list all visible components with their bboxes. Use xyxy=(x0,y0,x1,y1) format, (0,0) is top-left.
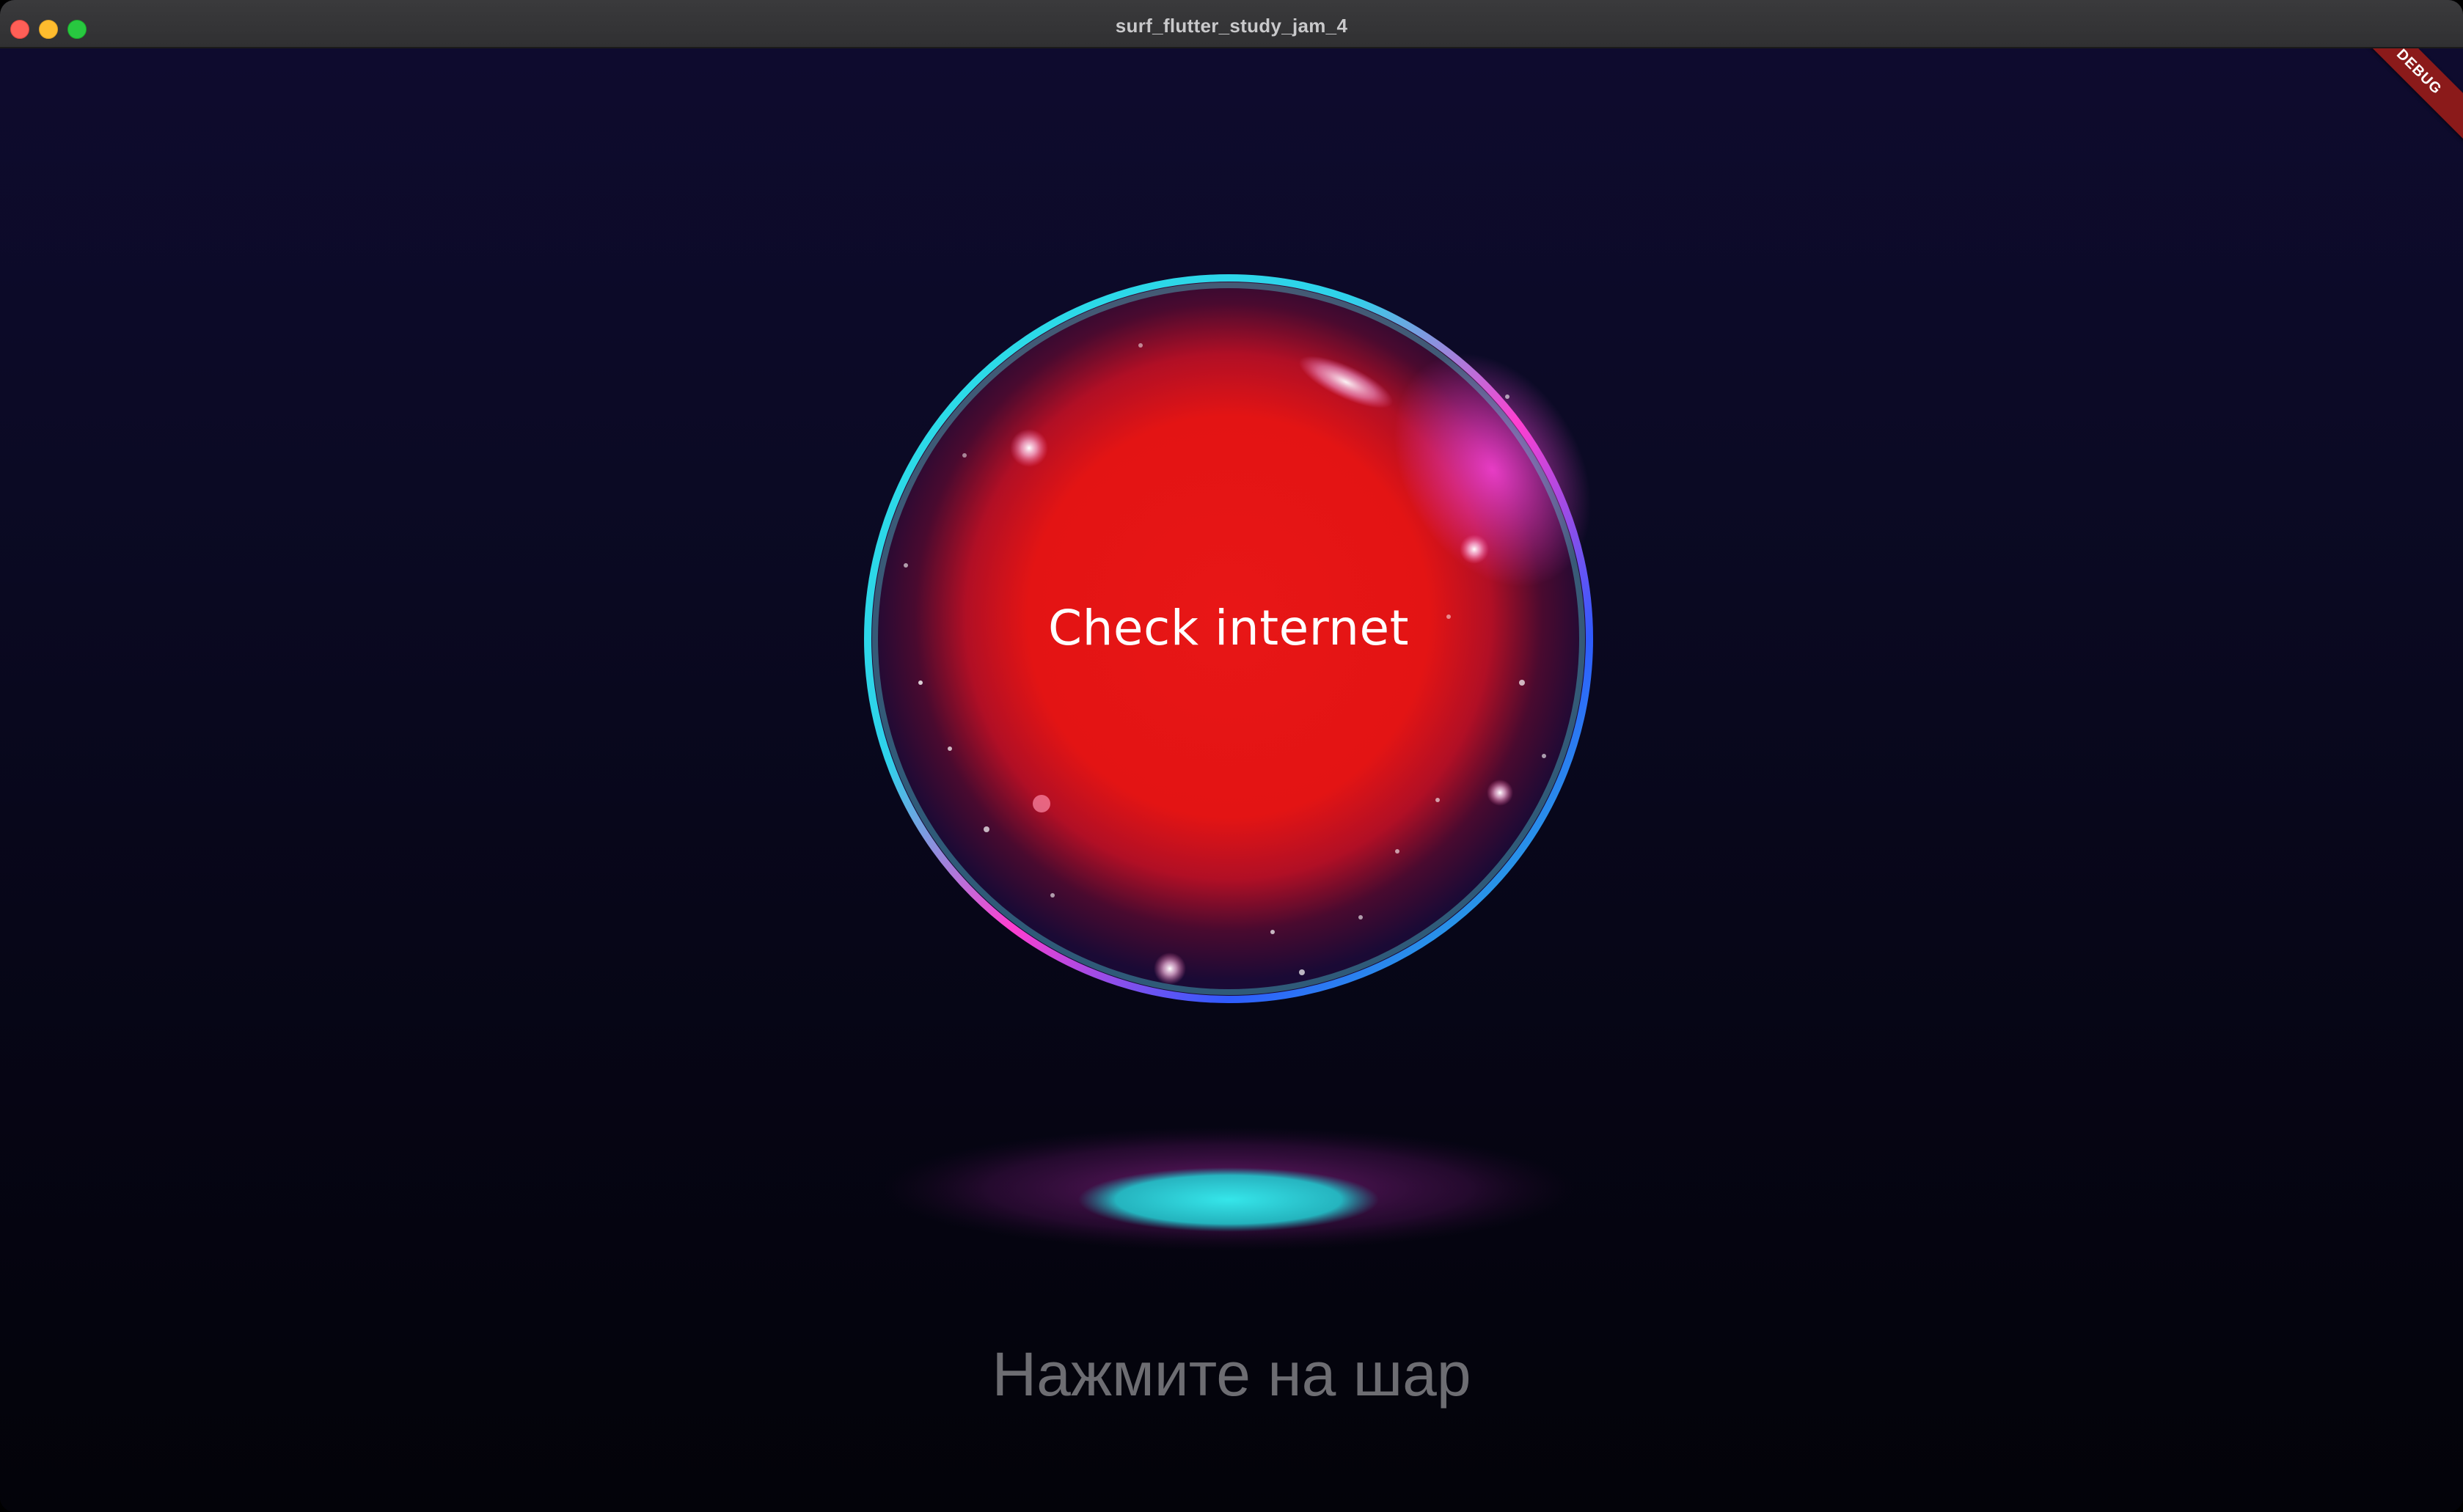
ball-shadow xyxy=(884,1126,1573,1251)
tap-ball-hint: Нажмите на шар xyxy=(992,1340,1471,1409)
ball-answer-text: Check internet xyxy=(1048,600,1409,656)
debug-banner: DEBUG xyxy=(2345,48,2463,146)
title-bar: surf_flutter_study_jam_4 xyxy=(0,0,2463,48)
app-window: surf_flutter_study_jam_4 DEBUG Check int… xyxy=(0,0,2463,1512)
window-title: surf_flutter_study_jam_4 xyxy=(1115,15,1348,37)
magic-ball[interactable]: Check internet xyxy=(862,272,1595,1005)
app-content: DEBUG Check internet Нажмите на шар xyxy=(0,48,2463,1512)
